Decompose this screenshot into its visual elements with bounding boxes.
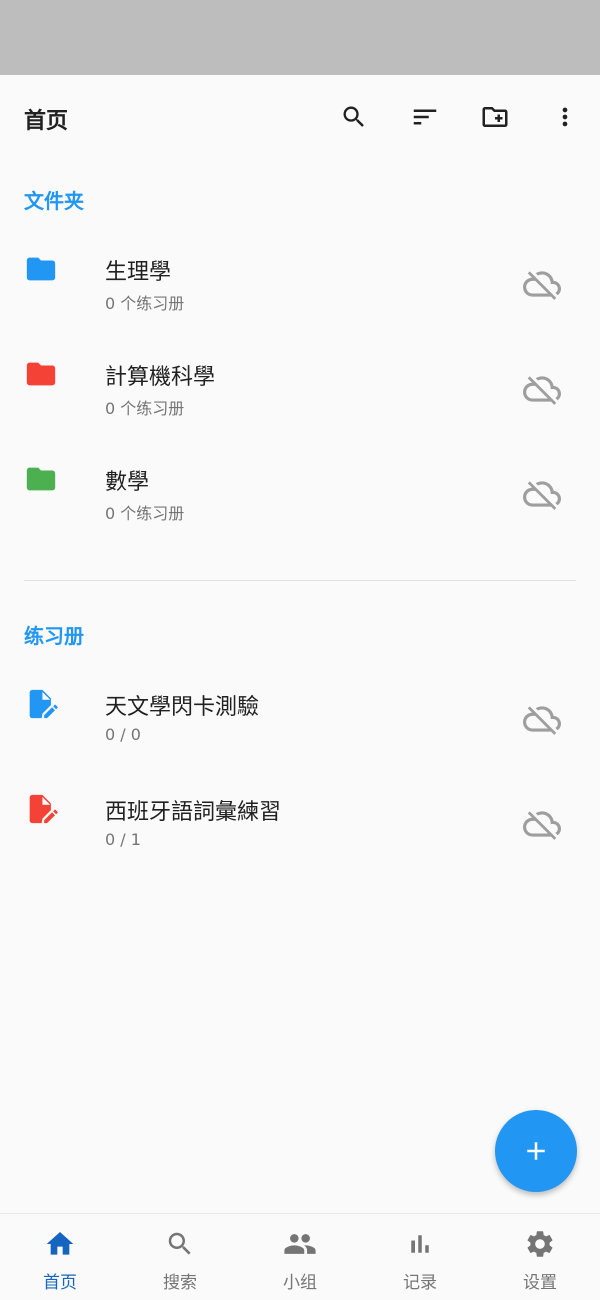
folder-row[interactable]: 計算機科學 0 个练习册 — [0, 323, 600, 427]
workbook-row[interactable]: 天文學閃卡測驗 0 / 0 — [0, 653, 600, 757]
plus-icon — [527, 1142, 545, 1160]
workbook-row[interactable]: 西班牙語詞彙練習 0 / 1 — [0, 758, 600, 862]
workbook-name: 天文學閃卡測驗 — [105, 695, 260, 720]
app-bar: 首页 — [0, 75, 600, 161]
nav-item-records[interactable]: 记录 — [360, 1214, 480, 1300]
folder-name: 數學 — [105, 470, 150, 495]
nav-item-groups[interactable]: 小组 — [240, 1214, 360, 1300]
nav-item-home[interactable]: 首页 — [0, 1214, 120, 1300]
search-button[interactable] — [334, 97, 374, 137]
sync-status[interactable] — [520, 699, 564, 739]
workbook-name: 西班牙語詞彙練習 — [105, 800, 282, 825]
folder-row[interactable]: 生理學 0 个练习册 — [0, 218, 600, 322]
cloud-off-icon — [523, 481, 561, 510]
folder-row[interactable]: 數學 0 个练习册 — [0, 428, 600, 532]
workbook-progress: 0 / 1 — [105, 830, 141, 849]
folders-section-header: 文件夹 — [24, 189, 84, 213]
workbook-progress: 0 / 0 — [105, 725, 141, 744]
folder-count: 0 个练习册 — [105, 399, 185, 418]
edit-document-icon — [29, 794, 58, 824]
home-icon — [46, 1232, 74, 1255]
folder-count: 0 个练习册 — [105, 504, 185, 523]
sync-status[interactable] — [520, 804, 564, 844]
bottom-navigation: 首页 搜索 小组 记录 设置 — [0, 1213, 600, 1300]
workbooks-section-header: 练习册 — [24, 624, 84, 648]
folder-icon — [26, 467, 56, 491]
search-icon — [343, 106, 364, 127]
nav-label: 记录 — [403, 1273, 437, 1293]
edit-document-icon — [29, 689, 58, 719]
folder-name: 計算機科學 — [105, 365, 216, 390]
more-vert-icon — [562, 107, 568, 127]
sync-status[interactable] — [520, 264, 564, 304]
cloud-off-icon — [523, 271, 561, 300]
folder-count: 0 个练习册 — [105, 294, 185, 313]
create-folder-icon — [482, 107, 508, 127]
status-bar — [0, 0, 600, 75]
page-title: 首页 — [24, 109, 69, 134]
group-icon — [284, 1234, 316, 1254]
gear-icon — [527, 1231, 553, 1257]
nav-item-settings[interactable]: 设置 — [480, 1214, 600, 1300]
sort-button[interactable] — [405, 97, 445, 137]
folder-name: 生理學 — [105, 260, 172, 285]
nav-label: 搜索 — [163, 1273, 197, 1293]
sort-icon — [413, 109, 437, 125]
nav-label: 设置 — [523, 1273, 557, 1293]
cloud-off-icon — [523, 811, 561, 840]
search-icon — [168, 1232, 191, 1255]
nav-label: 首页 — [43, 1273, 77, 1293]
folder-icon — [26, 257, 56, 281]
cloud-off-icon — [523, 706, 561, 735]
sync-status[interactable] — [520, 474, 564, 514]
folder-icon — [26, 362, 56, 386]
cloud-off-icon — [523, 376, 561, 405]
sync-status[interactable] — [520, 369, 564, 409]
section-divider — [24, 580, 576, 581]
bar-chart-icon — [411, 1235, 429, 1253]
more-options-button[interactable] — [545, 97, 585, 137]
add-button[interactable] — [495, 1110, 577, 1192]
nav-label: 小组 — [283, 1273, 317, 1293]
create-folder-button[interactable] — [475, 97, 515, 137]
nav-item-search[interactable]: 搜索 — [120, 1214, 240, 1300]
